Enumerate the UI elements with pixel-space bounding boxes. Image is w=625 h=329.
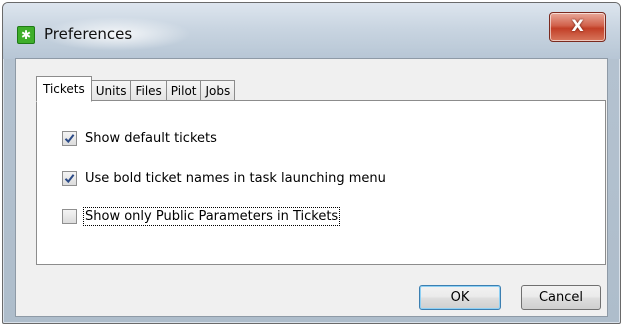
title-bar[interactable]: ✱ Preferences X: [3, 3, 620, 59]
tab-units[interactable]: Units: [90, 80, 132, 101]
tab-tickets[interactable]: Tickets: [36, 76, 92, 102]
checkmark-icon: [64, 134, 75, 144]
dialog-body: Tickets Units Files Pilot Jobs Show defa…: [15, 58, 608, 317]
option-bold-ticket-names[interactable]: Use bold ticket names in task launching …: [62, 171, 386, 186]
option-show-default-tickets[interactable]: Show default tickets: [62, 131, 217, 146]
show-default-tickets-checkbox[interactable]: [62, 131, 77, 146]
ok-button[interactable]: OK: [419, 285, 501, 310]
tickets-panel: Show default tickets Use bold ticket nam…: [36, 100, 606, 265]
tab-pilot[interactable]: Pilot: [165, 80, 202, 101]
close-button[interactable]: X: [549, 12, 606, 42]
public-parameters-checkbox[interactable]: [62, 209, 77, 224]
cancel-button[interactable]: Cancel: [521, 285, 601, 310]
public-parameters-label: Show only Public Parameters in Tickets: [82, 207, 341, 226]
gear-icon: ✱: [17, 26, 35, 44]
preferences-window: ✱ Preferences X Tickets Units Files Pilo…: [2, 2, 621, 324]
show-default-tickets-label: Show default tickets: [85, 131, 217, 146]
checkmark-icon: [64, 174, 75, 184]
bold-ticket-names-checkbox[interactable]: [62, 171, 77, 186]
window-title: Preferences: [44, 25, 133, 43]
tab-jobs[interactable]: Jobs: [200, 80, 236, 101]
bold-ticket-names-label: Use bold ticket names in task launching …: [85, 171, 386, 186]
tab-files[interactable]: Files: [130, 80, 167, 101]
option-public-parameters[interactable]: Show only Public Parameters in Tickets: [62, 207, 341, 226]
tab-strip: Tickets Units Files Pilot Jobs: [36, 76, 236, 102]
